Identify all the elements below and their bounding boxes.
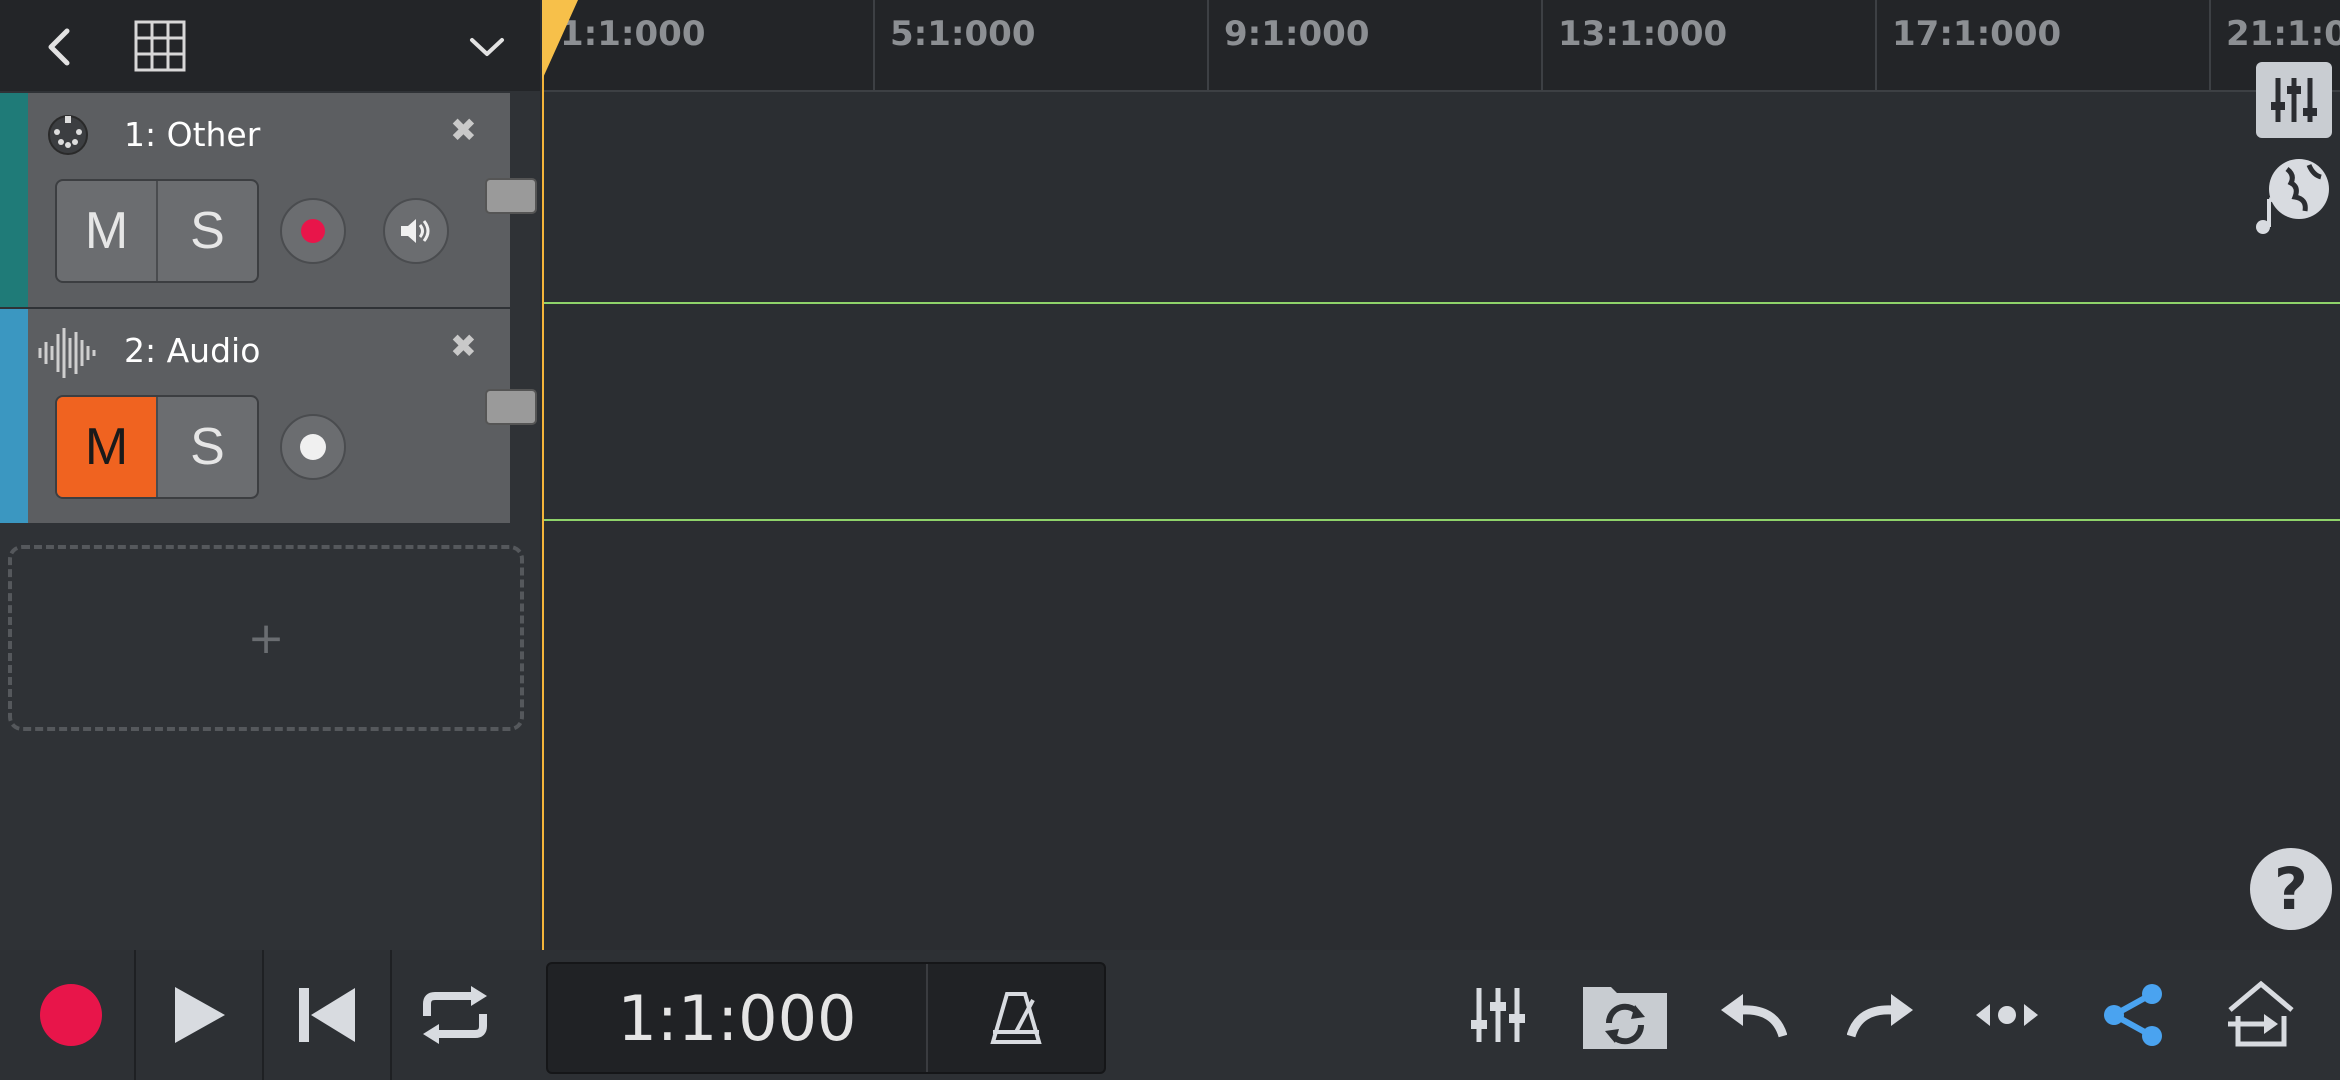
ruler-tick bbox=[2209, 0, 2211, 90]
sliders-icon bbox=[1471, 988, 1525, 1042]
play-button[interactable] bbox=[136, 950, 264, 1080]
record-arm-button[interactable] bbox=[280, 414, 346, 480]
track-list-panel: 1: Other ✖ M S 2: Audio ✖ M S + bbox=[0, 0, 540, 950]
solo-button[interactable]: S bbox=[158, 181, 257, 281]
plus-icon: + bbox=[247, 612, 285, 664]
audio-waveform-icon bbox=[36, 325, 100, 381]
undo-icon bbox=[1721, 994, 1787, 1038]
lane-separator bbox=[542, 519, 2340, 521]
ruler-label: 13:1:000 bbox=[1558, 14, 1728, 54]
ruler-tick bbox=[873, 0, 875, 90]
track-height-handle[interactable] bbox=[485, 389, 537, 425]
mixer-button[interactable] bbox=[1453, 970, 1543, 1060]
mixer-view-button[interactable] bbox=[2256, 62, 2332, 138]
track-color-strip bbox=[0, 309, 28, 523]
ruler-label: 5:1:000 bbox=[890, 14, 1036, 54]
help-button[interactable]: ? bbox=[2250, 848, 2332, 930]
timeline-ruler[interactable]: 1:1:000 5:1:000 9:1:000 13:1:000 17:1:00… bbox=[542, 0, 2340, 92]
loop-icon bbox=[423, 986, 487, 1044]
chevron-down-icon bbox=[470, 38, 504, 56]
close-track-button[interactable]: ✖ bbox=[450, 111, 477, 149]
track-lane-2[interactable] bbox=[542, 306, 2340, 520]
share-icon bbox=[2104, 984, 2162, 1046]
record-arm-button[interactable] bbox=[280, 198, 346, 264]
midi-icon bbox=[44, 111, 92, 159]
mute-button[interactable]: M bbox=[57, 397, 158, 497]
expand-horizontal-icon bbox=[1976, 1004, 2038, 1026]
ruler-label: 1:1:000 bbox=[560, 14, 706, 54]
close-track-button[interactable]: ✖ bbox=[450, 327, 477, 365]
ruler-label: 9:1:000 bbox=[1224, 14, 1370, 54]
zoom-fit-button[interactable] bbox=[1962, 970, 2052, 1060]
project-folder-button[interactable] bbox=[1580, 970, 1670, 1060]
speaker-icon bbox=[401, 219, 430, 243]
track-menu-button[interactable] bbox=[462, 22, 512, 72]
share-button[interactable] bbox=[2088, 970, 2178, 1060]
track-header-bar bbox=[0, 0, 540, 91]
play-icon bbox=[175, 987, 225, 1043]
skip-back-icon bbox=[299, 988, 355, 1042]
monitor-button[interactable] bbox=[383, 198, 449, 264]
record-dot-icon bbox=[300, 434, 326, 460]
loop-browser-button[interactable] bbox=[2248, 150, 2334, 240]
mixer-icon bbox=[2271, 78, 2317, 122]
export-button[interactable] bbox=[2216, 970, 2306, 1060]
folder-sync-icon bbox=[1583, 987, 1667, 1049]
add-track-button[interactable]: + bbox=[8, 545, 524, 731]
record-icon bbox=[40, 984, 102, 1046]
mute-solo-group: M S bbox=[55, 179, 259, 283]
metronome-button[interactable] bbox=[926, 964, 1104, 1072]
time-display[interactable]: 1:1:000 bbox=[546, 962, 1106, 1074]
undo-button[interactable] bbox=[1708, 970, 1798, 1060]
ruler-label: 21:1:000 bbox=[2226, 14, 2340, 54]
grid-button[interactable] bbox=[132, 18, 188, 74]
metronome-icon bbox=[990, 992, 1042, 1044]
rewind-to-start-button[interactable] bbox=[264, 950, 392, 1080]
track-height-handle[interactable] bbox=[485, 178, 537, 214]
solo-button[interactable]: S bbox=[158, 397, 257, 497]
globe-music-icon bbox=[2256, 159, 2329, 234]
ruler-tick bbox=[1541, 0, 1543, 90]
track-lane-1[interactable] bbox=[542, 92, 2340, 306]
track-row-1[interactable]: 1: Other ✖ M S bbox=[0, 93, 537, 307]
redo-button[interactable] bbox=[1836, 970, 1926, 1060]
grid-icon bbox=[134, 20, 186, 72]
ruler-tick bbox=[1875, 0, 1877, 90]
record-button[interactable] bbox=[8, 950, 136, 1080]
back-button[interactable] bbox=[30, 22, 86, 72]
redo-icon bbox=[1847, 994, 1913, 1038]
mute-button[interactable]: M bbox=[57, 181, 158, 281]
lane-separator bbox=[542, 302, 2340, 304]
question-icon: ? bbox=[2274, 855, 2308, 923]
transport-bar: 1:1:000 bbox=[0, 950, 2340, 1080]
playhead-marker[interactable] bbox=[542, 0, 578, 80]
track-name[interactable]: 1: Other bbox=[124, 115, 260, 154]
ruler-label: 17:1:000 bbox=[1892, 14, 2062, 54]
time-position: 1:1:000 bbox=[617, 981, 857, 1055]
mute-solo-group: M S bbox=[55, 395, 259, 499]
loop-button[interactable] bbox=[392, 950, 518, 1080]
chevron-left-icon bbox=[48, 28, 70, 66]
ruler-tick bbox=[1207, 0, 1209, 90]
export-icon bbox=[2228, 980, 2294, 1047]
track-name[interactable]: 2: Audio bbox=[124, 331, 260, 370]
track-color-strip bbox=[0, 93, 28, 307]
timeline-area[interactable]: 1:1:000 5:1:000 9:1:000 13:1:000 17:1:00… bbox=[542, 0, 2340, 950]
track-row-2[interactable]: 2: Audio ✖ M S bbox=[0, 309, 537, 523]
record-dot-icon bbox=[301, 219, 325, 243]
playhead-line[interactable] bbox=[542, 0, 544, 950]
